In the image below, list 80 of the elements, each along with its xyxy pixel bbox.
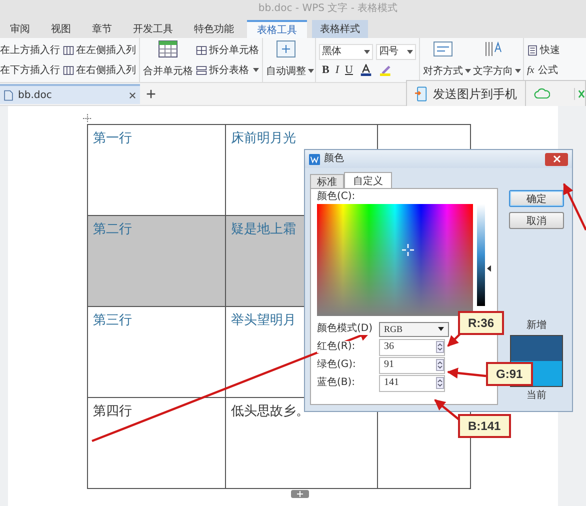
caret-icon	[515, 69, 521, 73]
callout: R:36	[458, 311, 504, 336]
table-cell: 第一行	[88, 124, 226, 216]
spinner-icon[interactable]	[436, 341, 444, 353]
callout: G:91	[486, 362, 533, 386]
font-field[interactable]: 黑体	[319, 44, 373, 60]
table-cell: 第三行	[88, 306, 226, 398]
text-direction-icon	[483, 40, 503, 58]
arrow	[446, 368, 486, 378]
number-field[interactable]: 36	[379, 338, 445, 356]
number-field[interactable]: 91	[379, 356, 445, 374]
font-color-icon[interactable]	[358, 64, 373, 76]
autofit-button[interactable]: 自动调整	[266, 40, 306, 78]
spinner-icon[interactable]	[436, 359, 444, 371]
number-field[interactable]: 141	[379, 374, 445, 392]
color-mode-dropdown[interactable]: RGB	[379, 322, 449, 336]
dialog-tab[interactable]: 标准	[310, 174, 344, 188]
ribbon-tab[interactable]: 审阅	[2, 20, 38, 38]
format-button[interactable]: I	[335, 64, 340, 76]
window-title: bb.doc - WPS 文字 - 表格模式	[258, 3, 398, 15]
merge-cells-button[interactable]: 合并单元格	[143, 40, 193, 78]
format-button[interactable]: B	[322, 64, 330, 76]
text-direction-button[interactable]: 文字方向	[473, 40, 513, 78]
document-tab[interactable]: bb.doc	[0, 84, 140, 104]
document-icon	[3, 90, 14, 100]
insert-column-icon	[63, 44, 74, 56]
ribbon-tab[interactable]: 表格工具	[247, 20, 307, 38]
quick-calc-button[interactable]: 快速	[527, 42, 560, 58]
grid-icon	[196, 64, 207, 76]
caret-icon	[364, 50, 370, 54]
grid-icon	[196, 44, 207, 56]
dialog-tab[interactable]: 自定义	[344, 172, 392, 188]
calculator-icon	[527, 44, 538, 56]
caret-icon	[253, 68, 259, 72]
size-field[interactable]: 四号	[376, 44, 416, 60]
insert-button[interactable]: 在右侧插入列	[63, 62, 136, 78]
ribbon-tab[interactable]: 视图	[43, 20, 79, 38]
callout: B:141	[458, 414, 511, 438]
app-logo-icon	[309, 154, 320, 164]
insert-button[interactable]: 在下方插入行	[0, 62, 60, 78]
spinner-icon[interactable]	[436, 377, 444, 389]
new-color-label: 新增	[526, 320, 546, 332]
move-handle-icon[interactable]	[83, 114, 92, 123]
caret-icon	[438, 327, 444, 331]
split-cells-button[interactable]: 拆分单元格	[196, 42, 259, 58]
align-button[interactable]: 对齐方式	[423, 40, 463, 78]
slider-arrow-icon[interactable]	[487, 265, 491, 272]
dialog-title: 颜色	[324, 153, 344, 165]
split-table-button[interactable]: 拆分表格	[196, 62, 259, 78]
insert-column-icon	[63, 64, 74, 76]
caret-icon	[465, 69, 471, 73]
dialog-button[interactable]: 确定	[509, 190, 564, 207]
ribbon-tab[interactable]: 特色功能	[186, 20, 242, 38]
table-cell: 第四行	[88, 398, 226, 488]
color-mode-label: 颜色模式(D)	[317, 323, 375, 335]
close-icon	[552, 155, 560, 163]
dialog-button[interactable]: 取消	[509, 212, 564, 229]
caret-icon	[407, 50, 413, 54]
new-color-swatch	[511, 336, 562, 361]
add-row-icon[interactable]	[291, 490, 309, 498]
arrow	[563, 183, 586, 230]
new-tab-icon[interactable]	[146, 89, 156, 99]
phone-icon	[415, 86, 427, 102]
format-button[interactable]: U	[345, 64, 353, 76]
current-color-label: 当前	[526, 390, 546, 402]
ribbon-tab[interactable]: 开发工具	[125, 20, 181, 38]
insert-button[interactable]: 在左侧插入列	[63, 42, 136, 58]
ribbon-tab[interactable]: 章节	[84, 20, 120, 38]
color-spectrum[interactable]	[317, 204, 473, 316]
insert-button[interactable]: 在上方插入行	[0, 42, 60, 58]
luminance-slider[interactable]	[476, 204, 491, 306]
highlighter-icon[interactable]	[378, 64, 393, 76]
colors-label: 颜色(C):	[317, 191, 356, 204]
close-icon[interactable]	[129, 92, 136, 98]
table-cell: 第二行	[88, 216, 226, 306]
caret-icon	[308, 69, 314, 73]
crosshair-icon	[402, 244, 414, 256]
close-button[interactable]	[545, 152, 568, 166]
formula-button[interactable]: fx 公式	[527, 62, 560, 78]
ribbon-tab[interactable]: 表格样式	[312, 20, 368, 38]
